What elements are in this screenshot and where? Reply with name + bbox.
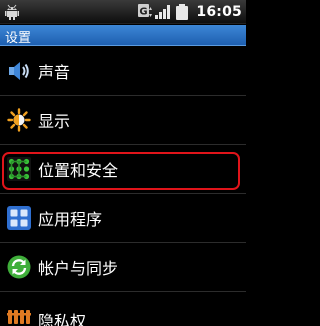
- svg-text:G: G: [140, 6, 148, 17]
- title-bar: 设置: [0, 25, 246, 46]
- settings-item-label: 应用程序: [38, 210, 103, 229]
- data-g-icon: G: [138, 3, 153, 17]
- status-time: 16:05: [196, 4, 242, 20]
- applications-grid-icon: [7, 206, 31, 230]
- settings-item-label: 声音: [38, 63, 71, 82]
- settings-item-label: 帐户与同步: [38, 259, 119, 278]
- speaker-icon: [9, 62, 29, 80]
- settings-item-label: 位置和安全: [38, 161, 119, 180]
- settings-item-accounts-sync[interactable]: 帐户与同步: [0, 243, 246, 292]
- settings-item-display[interactable]: 显示: [0, 96, 246, 145]
- status-bar: G 16:05: [0, 0, 246, 24]
- settings-list: 声音 显示 位置和安全 应用程序 帐户与同步 隐私权: [0, 47, 246, 326]
- battery-icon: [176, 4, 189, 20]
- settings-item-sound[interactable]: 声音: [0, 47, 246, 96]
- brightness-icon: [7, 108, 31, 132]
- sync-icon: [7, 255, 31, 279]
- signal-icon: [155, 5, 171, 19]
- settings-item-label: 隐私权: [38, 312, 87, 326]
- settings-item-label: 显示: [38, 112, 71, 131]
- settings-item-applications[interactable]: 应用程序: [0, 194, 246, 243]
- settings-item-location-security[interactable]: 位置和安全: [0, 145, 246, 194]
- lock-pattern-icon: [7, 157, 31, 181]
- privacy-icon: [7, 310, 31, 324]
- settings-item-privacy[interactable]: 隐私权: [0, 292, 246, 326]
- page-title: 设置: [5, 31, 32, 46]
- android-debug-icon: [5, 4, 19, 20]
